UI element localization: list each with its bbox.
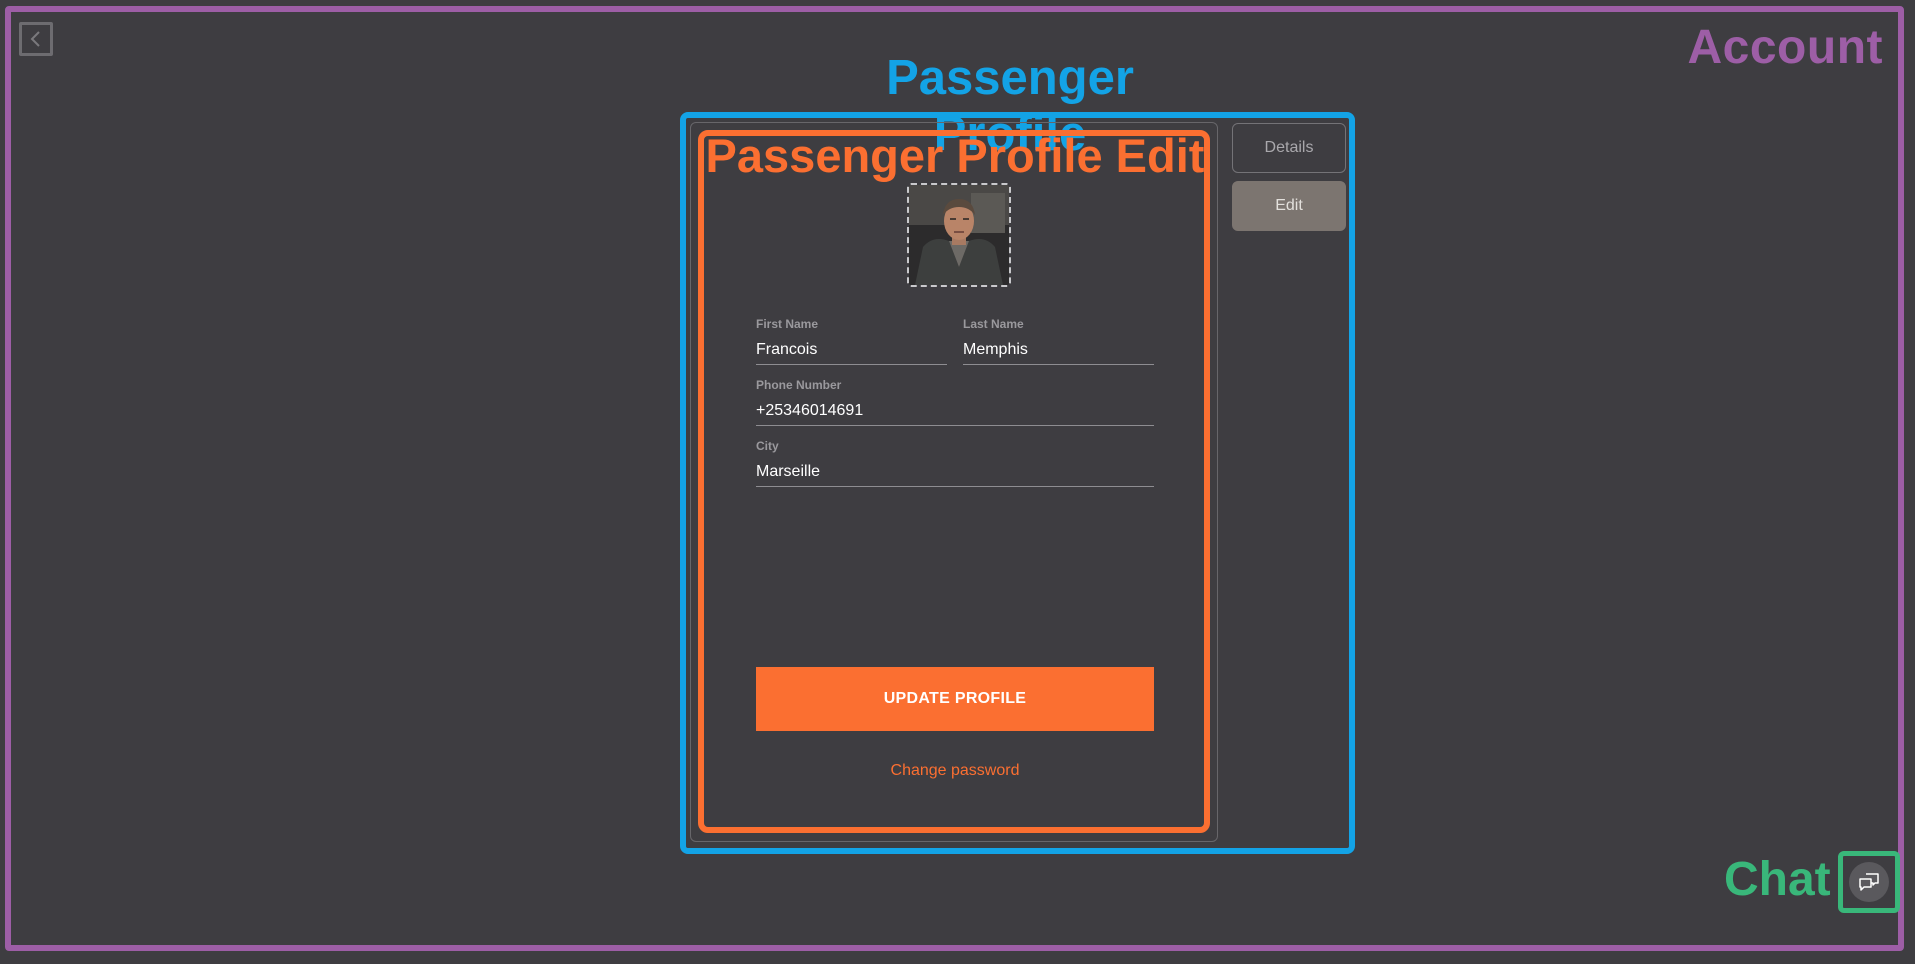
chat-button[interactable]: [1849, 862, 1889, 902]
last-name-input[interactable]: [963, 337, 1154, 365]
phone-number-group: Phone Number: [756, 378, 1154, 426]
city-label: City: [756, 439, 779, 453]
phone-number-label: Phone Number: [756, 378, 842, 392]
chevron-left-icon: [30, 31, 40, 47]
city-input[interactable]: [756, 459, 1154, 487]
tab-details[interactable]: Details: [1232, 123, 1346, 173]
last-name-label: Last Name: [963, 317, 1024, 331]
account-annotation-label: Account: [1687, 21, 1883, 74]
change-password-link[interactable]: Change password: [756, 762, 1154, 780]
city-group: City: [756, 439, 1154, 487]
chat-bubbles-icon: [1859, 873, 1879, 891]
avatar-photo: [909, 185, 1009, 285]
first-name-label: First Name: [756, 317, 819, 331]
chat-annotation-label: Chat: [1724, 853, 1831, 906]
phone-number-input[interactable]: [756, 398, 1154, 426]
first-name-input[interactable]: [756, 337, 947, 365]
avatar-upload[interactable]: [907, 183, 1011, 287]
passenger-profile-edit-annotation-label: Passenger Profile Edit: [705, 129, 1205, 182]
back-button[interactable]: [19, 22, 53, 56]
chat-region-outline: [1838, 851, 1900, 913]
tab-edit[interactable]: Edit: [1232, 181, 1346, 231]
update-profile-button[interactable]: UPDATE PROFILE: [756, 667, 1154, 731]
first-name-group: First Name: [756, 317, 947, 365]
last-name-group: Last Name: [963, 317, 1154, 365]
